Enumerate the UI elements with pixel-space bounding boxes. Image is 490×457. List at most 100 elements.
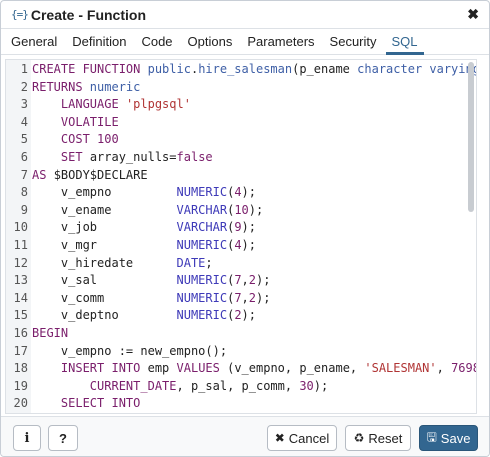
code-token: 2 <box>248 273 257 288</box>
code-token: $BODY$DECLARE <box>53 167 148 182</box>
dialog-title: Create - Function <box>30 6 146 23</box>
code-text: v_job VARCHAR(9); <box>32 219 256 237</box>
code-token: v_hiredate <box>32 255 177 270</box>
line-number: 14 <box>13 290 28 305</box>
code-line: 17 v_empno := new_empno(); <box>6 343 476 361</box>
code-line: 9 v_ename VARCHAR(10); <box>6 202 476 220</box>
close-icon[interactable]: ✖ <box>467 6 479 23</box>
code-token: 10 <box>234 202 249 217</box>
line-number: 8 <box>20 185 28 200</box>
code-line: 15 v_deptno NUMERIC(2); <box>6 307 476 325</box>
line-number: 3 <box>20 97 28 112</box>
tab-parameters[interactable]: Parameters <box>241 29 320 55</box>
code-token: NUMERIC <box>176 237 228 252</box>
save-button[interactable]: 🖫 Save <box>419 425 478 451</box>
code-token: 7 <box>234 290 242 305</box>
code-line: 1 CREATE FUNCTION public.hire_salesman(p_… <box>6 61 476 79</box>
code-token: v_empno <box>32 185 177 200</box>
code-token: 30 <box>299 378 314 393</box>
code-token: numeric <box>89 79 141 94</box>
help-button[interactable]: ? <box>48 425 78 451</box>
line-number: 13 <box>13 273 28 288</box>
code-text: COST 100 <box>32 131 119 149</box>
line-number: 15 <box>13 308 28 323</box>
editor-scrollbar[interactable] <box>466 62 474 413</box>
code-text: LANGUAGE 'plpgsql' <box>32 96 191 114</box>
code-token: RETURNS <box>32 79 90 94</box>
code-text: v_sal NUMERIC(7,2); <box>32 272 271 290</box>
code-token: character varying <box>357 62 477 76</box>
reset-label: Reset <box>368 430 403 446</box>
code-token: ); <box>241 185 264 200</box>
code-line: 18 INSERT INTO emp VALUES (v_empno, p_en… <box>6 360 476 378</box>
code-token: VOLATILE <box>60 114 119 129</box>
line-number: 9 <box>20 202 28 217</box>
code-token: VARCHAR <box>176 220 228 235</box>
code-text: v_empno := new_empno(); <box>32 343 227 361</box>
code-token: ); <box>241 237 256 252</box>
reset-button[interactable]: ♻ Reset <box>345 425 411 451</box>
line-number: 7 <box>20 167 28 182</box>
code-token: v_mgr <box>32 237 177 252</box>
line-number: 17 <box>13 343 28 358</box>
cancel-button[interactable]: ✖ Cancel <box>267 425 337 451</box>
code-token: NUMERIC <box>176 273 228 288</box>
code-token: 7 <box>234 273 242 288</box>
code-text: v_deptno NUMERIC(2); <box>32 307 256 325</box>
line-number: 16 <box>13 325 28 340</box>
code-line: 7 AS $BODY$DECLARE <box>6 167 476 185</box>
line-number: 6 <box>20 149 28 164</box>
floppy-disk-icon: 🖫 <box>426 429 437 444</box>
code-token: 9 <box>234 220 242 235</box>
line-number: 11 <box>13 237 28 252</box>
code-token: ); <box>241 308 256 323</box>
code-line: 2 RETURNS numeric <box>6 79 476 97</box>
code-token: CURRENT_DATE <box>89 378 177 393</box>
dialog-titlebar[interactable]: {=} Create - Function ✖ <box>1 1 489 29</box>
code-text: v_ename VARCHAR(10); <box>32 202 263 220</box>
function-icon: {=} <box>11 8 29 21</box>
tab-general[interactable]: General <box>5 29 63 55</box>
cancel-label: Cancel <box>288 430 330 446</box>
tab-bar: General Definition Code Options Paramete… <box>1 29 489 55</box>
tab-code[interactable]: Code <box>135 29 178 55</box>
recycle-icon: ♻ <box>353 431 365 445</box>
code-token: INSERT INTO <box>60 361 148 376</box>
code-token: 4 <box>234 237 242 252</box>
tab-definition[interactable]: Definition <box>66 29 132 55</box>
code-line: 8 v_empno NUMERIC(4); <box>6 184 476 202</box>
info-button[interactable]: i <box>13 425 41 451</box>
code-token: NUMERIC <box>176 185 228 200</box>
scrollbar-thumb[interactable] <box>468 62 474 212</box>
code-text: AS $BODY$DECLARE <box>32 167 148 185</box>
code-token: v_job <box>32 220 177 235</box>
code-token: ); <box>313 378 329 393</box>
code-token: hire_salesman <box>198 62 293 76</box>
tab-options[interactable]: Options <box>182 29 239 55</box>
code-token: , <box>241 273 249 288</box>
code-token: array_nulls= <box>89 149 177 164</box>
code-token: SET <box>60 149 90 164</box>
code-token: 2 <box>234 308 242 323</box>
code-token: v_sal <box>32 273 177 288</box>
tab-security[interactable]: Security <box>324 29 383 55</box>
code-token: 100 <box>97 132 119 147</box>
tab-sql[interactable]: SQL <box>385 29 424 55</box>
code-token: 2 <box>248 290 257 305</box>
code-token: NUMERIC <box>176 290 228 305</box>
code-token: ); <box>256 290 271 305</box>
code-token: , p_sal, p_comm, <box>176 378 300 393</box>
sql-editor[interactable]: 1 CREATE FUNCTION public.hire_salesman(p_… <box>5 59 477 414</box>
line-number: 10 <box>13 220 28 235</box>
code-token: CREATE FUNCTION <box>32 62 148 76</box>
code-token: SELECT INTO <box>60 396 141 411</box>
code-text: v_empno NUMERIC(4); <box>32 184 263 202</box>
code-text: INSERT INTO emp VALUES (v_empno, p_ename… <box>32 360 476 378</box>
code-text: v_mgr NUMERIC(4); <box>32 237 256 255</box>
code-token: public <box>147 62 191 76</box>
code-line: 14 v_comm NUMERIC(7,2); <box>6 290 476 308</box>
code-token: ; <box>205 255 213 270</box>
code-token: v_deptno <box>32 308 177 323</box>
code-line: 12 v_hiredate DATE; <box>6 255 476 273</box>
